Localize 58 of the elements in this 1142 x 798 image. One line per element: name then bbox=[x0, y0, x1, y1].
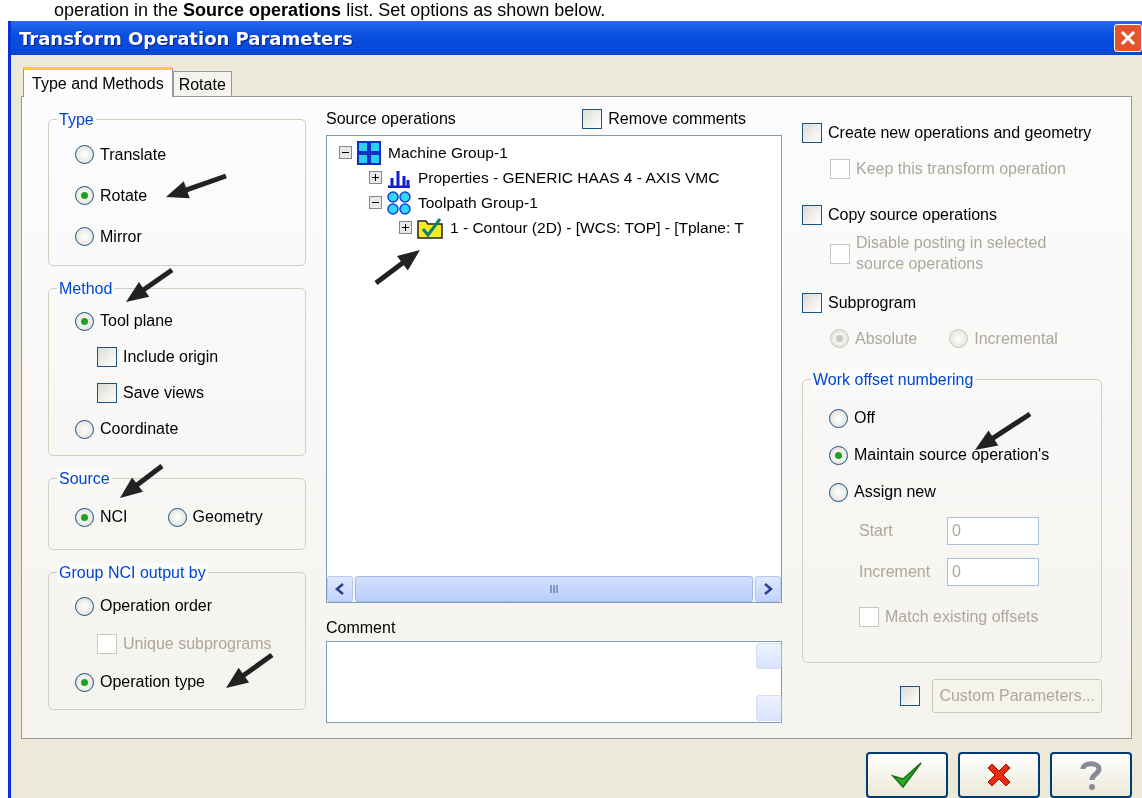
checkbox[interactable]: Save views bbox=[97, 383, 204, 403]
radio-button[interactable]: Operation order bbox=[75, 596, 213, 616]
arrow-icon bbox=[975, 411, 1032, 450]
instruction-text: operation in the Source operations list. Set options as shown below. bbox=[53, 0, 606, 21]
horizontal-scrollbar[interactable]: III bbox=[327, 576, 781, 602]
radio-button[interactable]: Geometry bbox=[167, 507, 263, 527]
help-button[interactable] bbox=[1050, 752, 1132, 798]
check-icon bbox=[890, 760, 924, 790]
radio-button[interactable]: Coordinate bbox=[75, 419, 179, 439]
group-title: Type bbox=[57, 110, 96, 130]
field-label: Comment bbox=[326, 618, 397, 638]
tree-item[interactable]: Properties - GENERIC HAAS 4 - AXIS VMC bbox=[418, 168, 720, 187]
checkbox[interactable]: Subprogram bbox=[802, 292, 917, 313]
tab[interactable]: Rotate bbox=[172, 71, 232, 97]
arrow-icon bbox=[120, 464, 164, 498]
arrow-icon bbox=[126, 267, 174, 302]
radio-button[interactable]: Assign new bbox=[829, 482, 936, 502]
radio-button[interactable]: Off bbox=[829, 408, 876, 428]
expander-icon[interactable] bbox=[369, 171, 382, 184]
group-title: Group NCI output by bbox=[57, 563, 208, 583]
radio-button[interactable]: Translate bbox=[75, 145, 167, 164]
group-title: Source bbox=[57, 469, 112, 489]
checkbox[interactable]: Create new operations and geometry bbox=[802, 123, 1092, 143]
scroll-grip[interactable]: III bbox=[549, 583, 559, 595]
radio-button[interactable]: Maintain source operation's bbox=[829, 445, 1050, 465]
radio-button[interactable]: Operation type bbox=[75, 672, 205, 692]
expander-icon[interactable] bbox=[399, 221, 412, 234]
checked-folder-icon bbox=[417, 216, 443, 239]
comment-field[interactable] bbox=[326, 641, 782, 723]
field-label: Source operations bbox=[326, 110, 456, 128]
radio-button[interactable]: Tool plane bbox=[75, 311, 173, 331]
radio-button[interactable]: Mirror bbox=[75, 227, 142, 246]
field-label: Increment bbox=[858, 563, 932, 582]
close-button[interactable] bbox=[1114, 24, 1142, 52]
arrow-icon bbox=[166, 173, 227, 199]
tree-item[interactable]: 1 - Contour (2D) - [WCS: TOP] - [Tplane: T bbox=[450, 218, 744, 237]
expander-icon[interactable] bbox=[369, 196, 382, 209]
field-label: Start bbox=[858, 522, 894, 541]
arrow-icon bbox=[374, 250, 420, 285]
tree-item[interactable]: Machine Group-1 bbox=[388, 143, 508, 162]
ok-button[interactable] bbox=[866, 752, 948, 798]
checkbox[interactable]: Include origin bbox=[97, 347, 219, 367]
circles-icon bbox=[387, 190, 411, 215]
radio-button[interactable]: Rotate bbox=[75, 186, 148, 205]
grid-icon bbox=[357, 140, 381, 165]
tab[interactable]: Type and Methods bbox=[23, 67, 173, 97]
checkbox[interactable] bbox=[900, 685, 921, 706]
radio-button[interactable]: NCI bbox=[75, 507, 128, 527]
checkbox[interactable]: Remove comments bbox=[582, 109, 746, 129]
close-icon bbox=[1119, 29, 1137, 47]
expander-icon[interactable] bbox=[339, 146, 352, 159]
tree-item[interactable]: Toolpath Group-1 bbox=[418, 193, 538, 212]
help-icon bbox=[1078, 759, 1104, 791]
cancel-button[interactable] bbox=[958, 752, 1040, 798]
arrow-icon bbox=[226, 652, 274, 688]
tree-view[interactable]: Machine Group-1 Properties - GENERIC HAAS 4 - AXIS VMC Toolpath Group-1 1 - Contour (2D) - [WCS: TOP] - [Tplane: T III bbox=[326, 135, 782, 603]
window-title: Transform Operation Parameters bbox=[19, 27, 353, 49]
checkbox[interactable]: Copy source operations bbox=[802, 205, 997, 225]
